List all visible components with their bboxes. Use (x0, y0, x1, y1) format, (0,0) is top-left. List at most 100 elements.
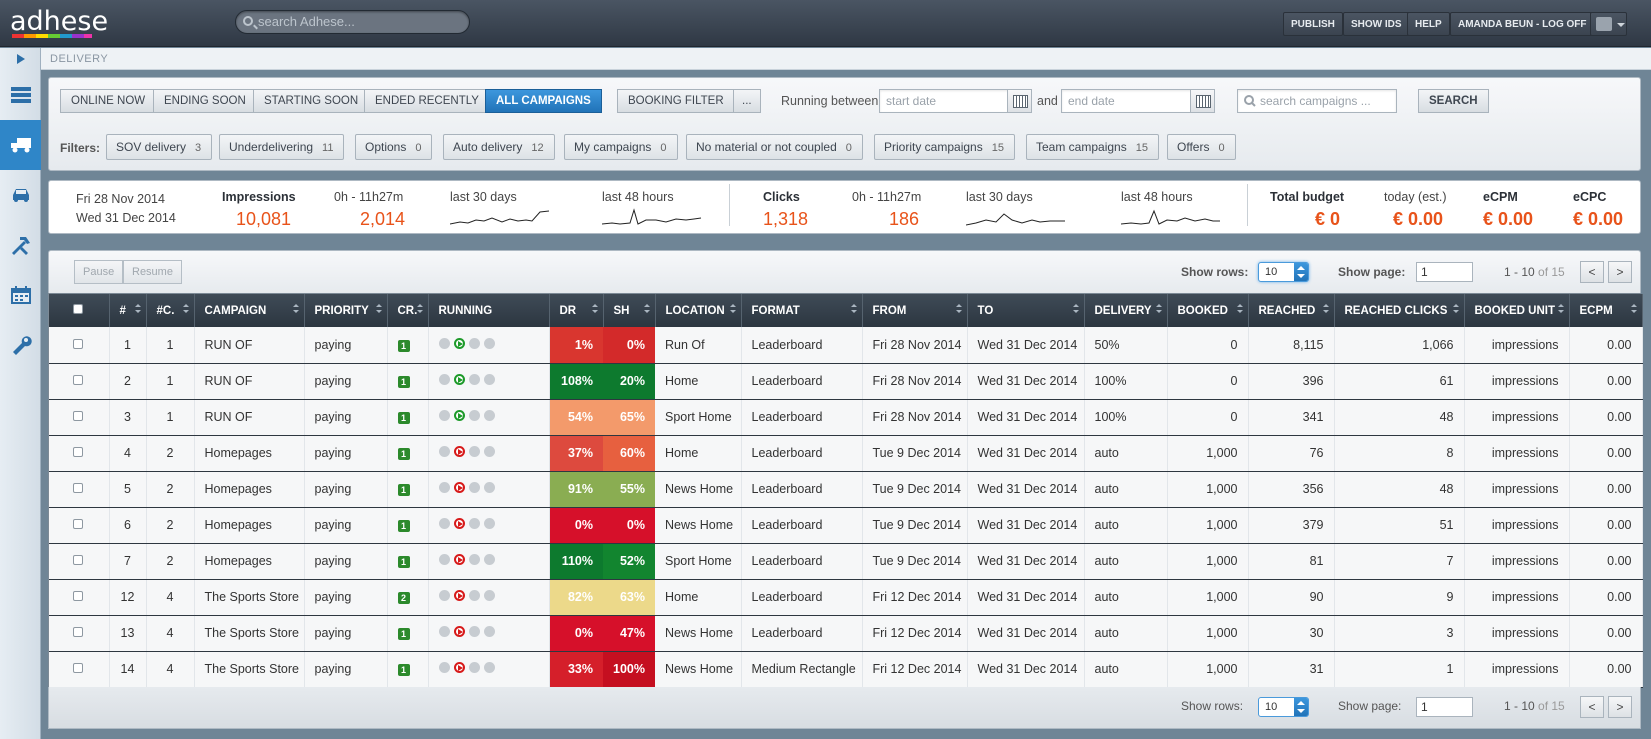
table-row[interactable]: 5 2 Homepages paying 1 91% 55% News Home Leaderb… (49, 471, 1643, 508)
stopped-play-icon[interactable] (453, 482, 465, 493)
col-header-ecpm[interactable]: ECPM (1569, 294, 1643, 327)
end-date-input[interactable]: end date (1061, 89, 1215, 113)
booking-filter-button[interactable]: BOOKING FILTER (617, 89, 735, 113)
start-date-input[interactable]: start date (879, 89, 1032, 113)
row-checkbox[interactable] (73, 519, 83, 529)
calendar-icon[interactable] (1007, 90, 1031, 112)
sort-icon[interactable] (134, 304, 141, 316)
table-row[interactable]: 3 1 RUN OF paying 1 54% 65% Sport Home Leaderboa… (49, 399, 1643, 436)
status-dot-icon[interactable] (438, 374, 450, 385)
creative-count-badge[interactable]: 1 (397, 448, 410, 460)
pause-icon[interactable] (468, 446, 480, 457)
sidebar-item-delivery[interactable] (0, 120, 41, 170)
status-dot-icon[interactable] (438, 590, 450, 601)
check-icon[interactable] (483, 662, 495, 673)
check-icon[interactable] (483, 590, 495, 601)
stopped-play-icon[interactable] (453, 626, 465, 637)
row-checkbox[interactable] (73, 483, 83, 493)
filter-sov-delivery[interactable]: SOV delivery 3 (106, 134, 213, 160)
stopped-play-icon[interactable] (453, 518, 465, 529)
col-header-booked[interactable]: BOOKED (1167, 294, 1249, 327)
row-checkbox[interactable] (73, 338, 83, 349)
check-icon[interactable] (483, 518, 495, 529)
col-header-from[interactable]: FROM (862, 294, 968, 327)
creative-count-badge[interactable]: 1 (397, 628, 410, 640)
check-icon[interactable] (483, 446, 495, 457)
play-icon[interactable] (453, 337, 465, 349)
adhese-logo[interactable]: adhese (10, 6, 108, 37)
calendar-icon[interactable] (1190, 90, 1214, 112)
col-header-priority[interactable]: PRIORITY (304, 294, 388, 327)
sort-icon[interactable] (292, 304, 299, 316)
col-header-creative[interactable]: CR. (387, 294, 429, 327)
col-header-id[interactable]: # (109, 294, 147, 327)
show-rows-select[interactable]: 10 (1258, 262, 1309, 282)
col-header-booked-unit[interactable]: BOOKED UNIT (1464, 294, 1570, 327)
logoff-button[interactable]: AMANDA BEUN - LOG OFF (1450, 12, 1595, 36)
table-row[interactable]: 6 2 Homepages paying 1 0% 0% News Home Leaderboa… (49, 507, 1643, 544)
sidebar-item-calendar[interactable] (0, 270, 41, 320)
stopped-play-icon[interactable] (453, 446, 465, 457)
stopped-play-icon[interactable] (453, 662, 465, 673)
prev-page-button-bottom[interactable]: < (1580, 696, 1604, 718)
status-dot-icon[interactable] (438, 662, 450, 673)
col-header-campaign[interactable]: CAMPAIGN (194, 294, 305, 327)
creative-count-badge[interactable]: 1 (397, 376, 410, 388)
status-dot-icon[interactable] (438, 337, 450, 349)
table-row[interactable]: 7 2 Homepages paying 1 110% 52% Sport Home Leade… (49, 543, 1643, 580)
status-dot-icon[interactable] (438, 410, 450, 421)
col-header-to[interactable]: TO (967, 294, 1085, 327)
play-icon[interactable] (453, 374, 465, 385)
check-icon[interactable] (483, 626, 495, 637)
play-icon[interactable] (453, 410, 465, 421)
sort-icon[interactable] (375, 304, 382, 316)
tab-ended-recently[interactable]: ENDED RECENTLY (364, 89, 490, 113)
pause-icon[interactable] (468, 374, 480, 385)
col-header-count[interactable]: #C. (146, 294, 195, 327)
col-header-select[interactable] (49, 294, 110, 327)
filter-options[interactable]: Options 0 (355, 134, 433, 160)
col-header-delivery[interactable]: DELIVERY (1084, 294, 1168, 327)
user-menu[interactable] (1590, 12, 1627, 36)
row-checkbox[interactable] (73, 555, 83, 565)
table-row[interactable]: 2 1 RUN OF paying 1 108% 20% Home Leaderboard Fri… (49, 363, 1643, 400)
pause-icon[interactable] (468, 590, 480, 601)
creative-count-badge[interactable]: 1 (397, 520, 410, 532)
filter-offers[interactable]: Offers 0 (1167, 134, 1236, 160)
show-rows-select-bottom[interactable]: 10 (1258, 697, 1309, 717)
row-checkbox[interactable] (73, 447, 83, 457)
sort-icon[interactable] (1155, 304, 1162, 316)
filter-underdelivering[interactable]: Underdelivering 11 (219, 134, 345, 160)
stopped-play-icon[interactable] (453, 554, 465, 565)
sidebar-collapse-toggle[interactable] (0, 48, 41, 70)
col-header-reached-clicks[interactable]: REACHED CLICKS (1334, 294, 1465, 327)
sort-icon[interactable] (1557, 304, 1564, 316)
sidebar-item-list[interactable] (0, 70, 41, 120)
sort-icon[interactable] (1322, 304, 1329, 316)
filter-auto-delivery[interactable]: Auto delivery 12 (443, 134, 555, 160)
status-dot-icon[interactable] (438, 626, 450, 637)
sort-icon[interactable] (182, 304, 189, 316)
creative-count-badge[interactable]: 1 (397, 484, 410, 496)
select-all-checkbox[interactable] (73, 304, 83, 314)
check-icon[interactable] (483, 554, 495, 565)
sort-icon[interactable] (1630, 304, 1637, 316)
check-icon[interactable] (483, 482, 495, 493)
resume-button[interactable]: Resume (123, 260, 182, 284)
pause-icon[interactable] (468, 482, 480, 493)
show-ids-button[interactable]: SHOW IDS (1343, 12, 1410, 36)
sort-icon[interactable] (1072, 304, 1079, 316)
breadcrumb[interactable]: DELIVERY (41, 48, 1651, 70)
row-checkbox[interactable] (73, 627, 83, 637)
col-header-sh[interactable]: SH (603, 294, 656, 327)
creative-count-badge[interactable]: 1 (397, 339, 410, 352)
stopped-play-icon[interactable] (453, 590, 465, 601)
pause-icon[interactable] (468, 554, 480, 565)
search-campaigns-input[interactable]: search campaigns ... (1237, 89, 1397, 113)
sort-icon[interactable] (955, 304, 962, 316)
filter-my-campaigns[interactable]: My campaigns 0 (564, 134, 678, 160)
row-checkbox[interactable] (73, 411, 83, 421)
row-checkbox[interactable] (73, 591, 83, 601)
sort-icon[interactable] (1452, 304, 1459, 316)
status-dot-icon[interactable] (438, 446, 450, 457)
